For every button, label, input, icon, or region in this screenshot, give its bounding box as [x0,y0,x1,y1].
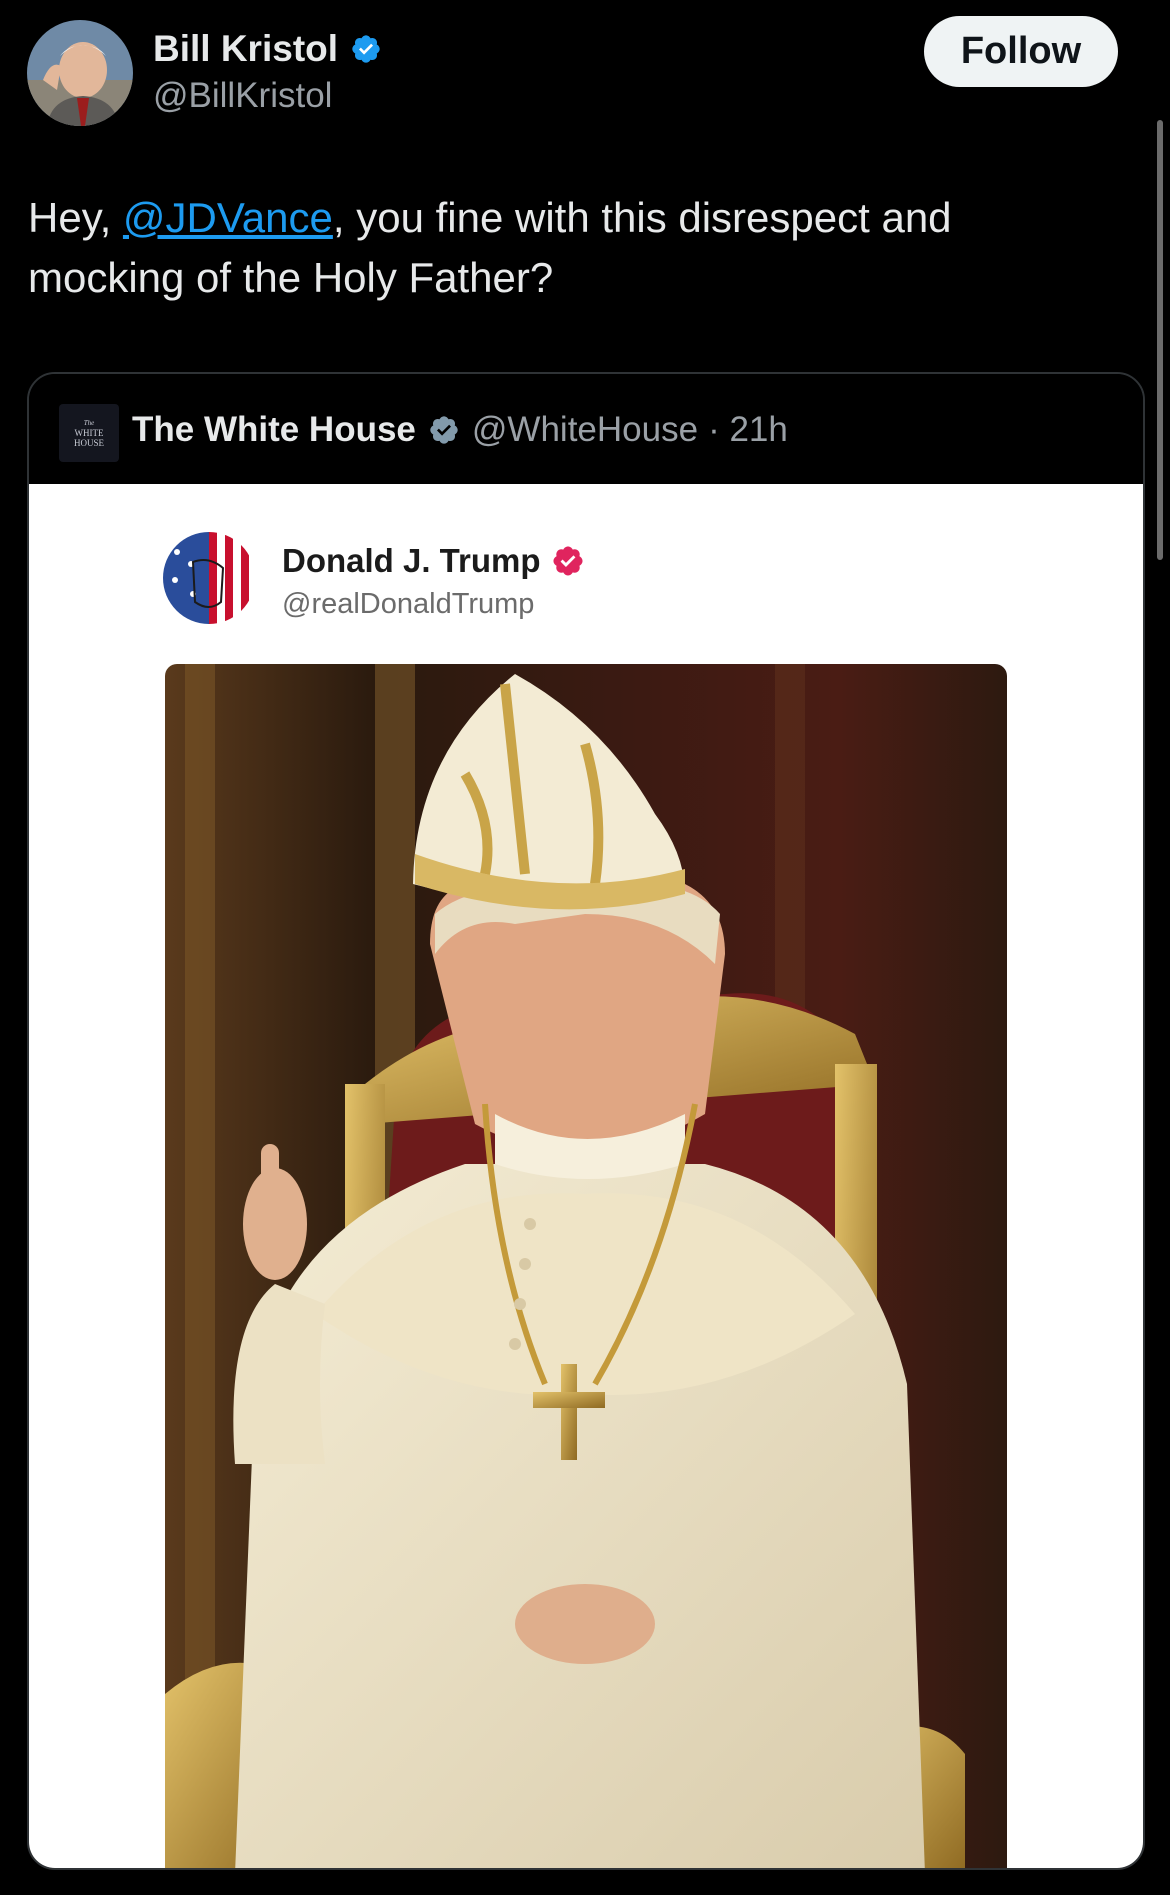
mention-link[interactable]: @JDVance [123,194,333,241]
tweet-text: Hey, @JDVance, you fine with this disres… [28,188,1118,308]
verified-badge-icon [352,35,380,63]
embedded-author-handle: @realDonaldTrump [282,588,535,620]
quoted-tweet-meta: The White House @WhiteHouse · 21h [132,410,788,450]
embedded-author-name: Donald J. Trump [282,542,541,579]
verified-badge-icon [553,546,583,576]
flag-face-avatar-icon [163,532,255,624]
author-avatar[interactable] [27,20,133,126]
logo-line: HOUSE [73,438,104,448]
scrollbar[interactable] [1157,120,1163,560]
white-house-logo[interactable]: The WHITE HOUSE [59,404,119,462]
avatar-photo-icon [27,20,133,126]
quoted-media-screenshot[interactable]: Donald J. Trump @realDonaldTrump [29,484,1143,1868]
tweet-text-prefix: Hey, [28,194,123,241]
author-handle[interactable]: @BillKristol [153,76,332,116]
author-name-row: Bill Kristol [153,28,382,70]
logo-line: WHITE [74,428,104,438]
embedded-author-avatar [163,532,255,624]
tweet-header: Bill Kristol @BillKristol Follow [0,0,1170,140]
embedded-name-row: Donald J. Trump [282,542,585,580]
quoted-author-name[interactable]: The White House [132,410,416,450]
quoted-tweet-card[interactable]: The WHITE HOUSE The White House @WhiteHo… [27,372,1145,1870]
pope-portrait-image[interactable] [165,664,1007,1868]
follow-button[interactable]: Follow [924,16,1118,87]
quoted-timestamp[interactable]: · 21h [708,410,788,450]
logo-line: The [83,419,95,427]
quoted-author-handle[interactable]: @WhiteHouse [472,410,698,450]
quoted-tweet-header: The WHITE HOUSE The White House @WhiteHo… [29,374,1143,484]
author-name[interactable]: Bill Kristol [153,28,338,70]
ai-generated-pope-portrait-image [165,664,1007,1868]
government-verified-badge-icon [430,416,458,444]
